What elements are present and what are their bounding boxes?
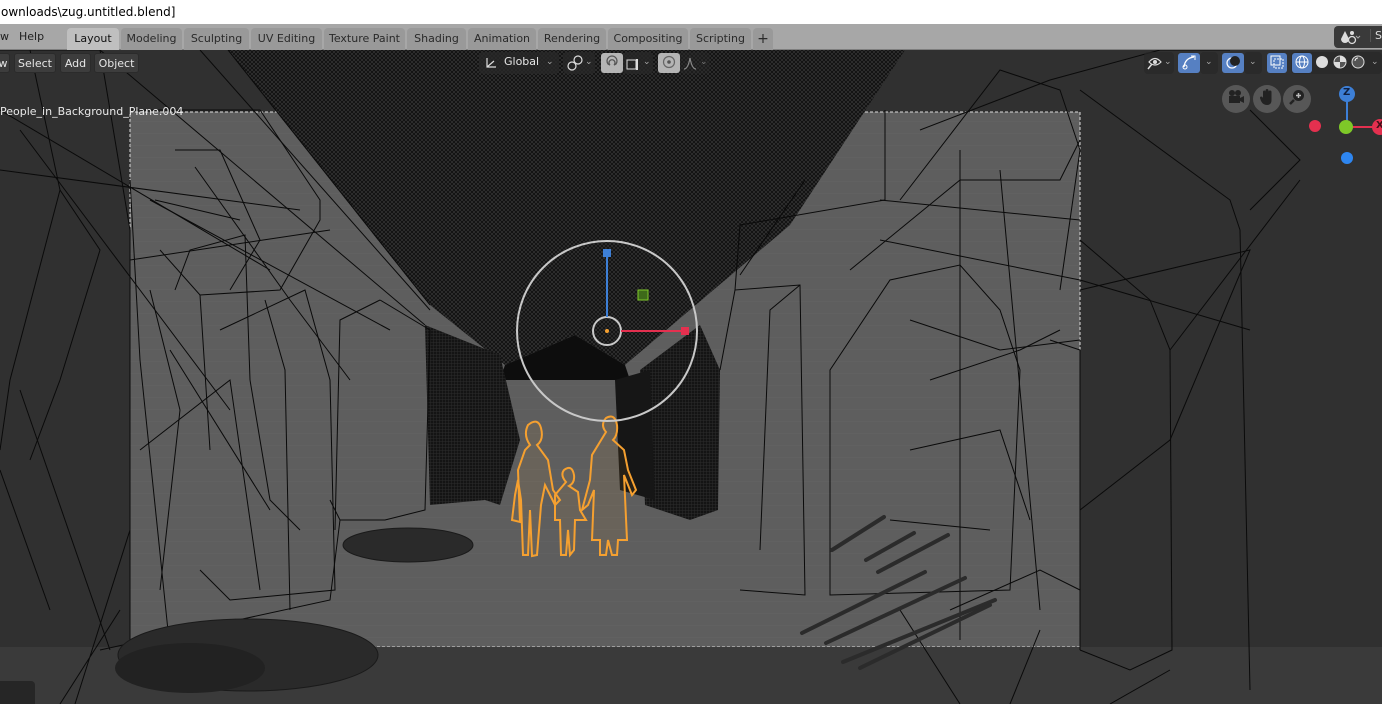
- tab-rendering[interactable]: Rendering: [538, 28, 606, 50]
- scene-selector[interactable]: S: [1334, 26, 1382, 48]
- hand-icon: [1259, 88, 1275, 110]
- snap-target-dropdown[interactable]: ⌄: [623, 52, 653, 74]
- tab-layout[interactable]: Layout: [67, 28, 119, 50]
- z-axis-label: Z: [1343, 87, 1351, 98]
- overlay-options-dropdown[interactable]: ⌄: [1244, 52, 1262, 74]
- falloff-dropdown[interactable]: ⌄: [680, 52, 710, 74]
- gizmo-toggle-icon: [1181, 54, 1197, 73]
- y-axis-handle: [1339, 120, 1353, 134]
- overlay-toggle[interactable]: [1222, 53, 1244, 73]
- window-title: ownloads\zug.untitled.blend]: [0, 0, 1382, 24]
- 3d-viewport[interactable]: People_in_Background_Plane.004 w Select …: [0, 50, 1382, 704]
- proportional-edit-icon: [662, 55, 676, 72]
- wireframe-shading-icon: [1295, 55, 1309, 72]
- x-axis-label: X: [1376, 120, 1382, 131]
- chevron-down-icon: ⌄: [643, 57, 651, 67]
- tab-sculpting[interactable]: Sculpting: [184, 28, 249, 50]
- active-object-label: People_in_Background_Plane.004: [0, 105, 184, 118]
- falloff-curve-icon: [683, 55, 697, 74]
- snap-magnet-icon: [605, 54, 619, 72]
- solid-shading-icon: [1315, 55, 1329, 72]
- xray-toggle-icon: [1270, 55, 1284, 72]
- tab-animation[interactable]: Animation: [468, 28, 536, 50]
- chevron-down-icon: ⌄: [1164, 57, 1172, 67]
- snap-toggle[interactable]: [601, 53, 623, 73]
- scene-icon: [1340, 29, 1362, 48]
- solid-shading-button[interactable]: [1313, 53, 1331, 73]
- shading-mode-group: ⌄: [1291, 52, 1382, 74]
- neg-z-axis-handle: [1341, 152, 1353, 164]
- material-shading-button[interactable]: [1331, 53, 1349, 73]
- camera-view-button[interactable]: [1222, 85, 1250, 113]
- scene-wireframe: [0, 50, 1382, 704]
- tab-shading[interactable]: Shading: [407, 28, 466, 50]
- neg-x-axis-handle: [1309, 120, 1321, 132]
- menu-window[interactable]: w: [0, 28, 9, 46]
- chevron-down-icon: ⌄: [546, 57, 554, 67]
- chevron-down-icon: ⌄: [1371, 57, 1379, 67]
- rubble-pile-center: [342, 527, 474, 563]
- pan-view-button[interactable]: [1253, 85, 1281, 113]
- menu-select[interactable]: Select: [14, 53, 56, 73]
- tab-modeling[interactable]: Modeling: [121, 28, 182, 50]
- tab-compositing[interactable]: Compositing: [608, 28, 688, 50]
- tab-uv-editing[interactable]: UV Editing: [251, 28, 322, 50]
- transform-orientation-dropdown[interactable]: Global ⌄: [479, 52, 559, 74]
- proportional-edit-toggle[interactable]: [658, 53, 680, 73]
- menu-help[interactable]: Help: [19, 28, 44, 46]
- menu-view[interactable]: w: [0, 53, 10, 73]
- rendered-shading-icon: [1351, 55, 1365, 72]
- tab-texture-paint[interactable]: Texture Paint: [324, 28, 405, 50]
- menu-add[interactable]: Add: [60, 53, 91, 73]
- transform-orientation-value: Global: [504, 55, 540, 68]
- overlay-toggle-icon: [1225, 54, 1241, 73]
- transform-axes-icon: [484, 55, 498, 74]
- chevron-down-icon: ⌄: [585, 57, 593, 67]
- add-workspace-button[interactable]: +: [753, 28, 773, 50]
- pivot-point-dropdown[interactable]: ⌄: [563, 52, 595, 74]
- sidebar-toggle-handle[interactable]: [0, 681, 35, 704]
- snap-increment-icon: [626, 56, 640, 75]
- chevron-down-icon: ⌄: [1205, 57, 1213, 67]
- scene-name: S: [1370, 29, 1382, 42]
- wireframe-shading-button[interactable]: [1292, 53, 1312, 73]
- object-visibility-dropdown[interactable]: ⌄: [1144, 52, 1174, 74]
- menu-object[interactable]: Object: [94, 53, 139, 73]
- tab-scripting[interactable]: Scripting: [690, 28, 751, 50]
- top-bar: w Help Layout Modeling Sculpting UV Edit…: [0, 24, 1382, 50]
- chevron-down-icon: ⌄: [1249, 57, 1257, 67]
- object-visibility-icon: [1147, 55, 1163, 74]
- pivot-point-icon: [567, 55, 583, 75]
- rendered-shading-button[interactable]: [1349, 53, 1367, 73]
- navigation-gizmo[interactable]: [1300, 80, 1382, 170]
- gizmo-toggle[interactable]: [1178, 53, 1200, 73]
- camera-icon: [1227, 89, 1245, 109]
- gizmo-options-dropdown[interactable]: ⌄: [1200, 52, 1218, 74]
- material-shading-icon: [1333, 55, 1347, 72]
- chevron-down-icon: ⌄: [700, 57, 708, 67]
- xray-toggle[interactable]: [1267, 53, 1287, 73]
